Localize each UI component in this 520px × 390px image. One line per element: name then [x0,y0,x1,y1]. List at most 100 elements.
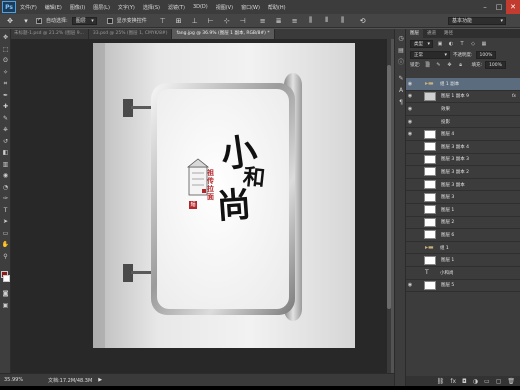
layer-row[interactable]: 图层 3 副本 [406,179,520,192]
document-tab[interactable]: 未标题-1.psd @ 21.2% (图层 9... [10,29,89,39]
delete-layer-icon[interactable]: 🗑︎ [507,378,515,385]
menu-item[interactable]: 文字(Y) [114,4,139,11]
align-left-icon[interactable]: ⊢ [205,16,217,26]
character-icon[interactable]: A [397,87,405,95]
align-center-icon[interactable]: ⊹ [221,16,233,26]
fill-input[interactable]: 100% [485,61,506,69]
new-layer-icon[interactable]: ▢ [496,378,502,385]
filter-kind-select[interactable]: 类型 [410,39,433,48]
panel-tab[interactable]: 通道 [423,29,440,38]
screen-mode-icon[interactable]: ▣ [1,301,10,310]
zoom-tool-icon[interactable]: ⚲ [1,252,10,261]
properties-icon[interactable]: ▤ [397,47,405,55]
layer-row[interactable]: 图层 3 [406,191,520,204]
quick-select-tool-icon[interactable]: ✧ [1,68,10,77]
opacity-input[interactable]: 100% [475,50,497,59]
move-tool-icon[interactable]: ✥ [4,16,16,26]
layer-row[interactable]: 图层 1 [406,204,520,217]
align-top-icon[interactable]: ⊤ [157,16,169,26]
menu-item[interactable]: 3D(D) [189,4,212,11]
layer-row[interactable]: ◉ 图层 4 [406,128,520,141]
marquee-tool-icon[interactable]: ⬚ [1,45,10,54]
menu-item[interactable]: 窗口(W) [237,4,264,11]
canvas-area[interactable]: 小 和 尚 祖传拉面 麵 [11,39,389,373]
lasso-tool-icon[interactable]: ʘ [1,56,10,65]
visibility-eye-icon[interactable]: ◉ [406,81,414,87]
distribute-bottom-icon[interactable]: ≡ [289,16,301,26]
type-tool-icon[interactable]: T [1,206,10,215]
menu-item[interactable]: 选择(S) [139,4,164,11]
adjustment-icon[interactable]: ◑ [473,378,478,385]
lock-image-icon[interactable]: ✎ [435,61,443,69]
move-tool-icon[interactable]: ✥ [1,33,10,42]
pen-tool-icon[interactable]: ✑ [1,194,10,203]
link-layers-icon[interactable]: ⛓ [437,378,445,385]
document-tab[interactable]: 33.psd @ 25% (图层 1, CMYK/8#) [89,29,173,39]
auto-select-checkbox[interactable] [36,17,42,24]
menu-item[interactable]: 文件(F) [16,4,41,11]
document-canvas[interactable]: 小 和 尚 祖传拉面 麵 [93,43,355,348]
layer-row[interactable]: 图层 2 [406,217,520,230]
dodge-tool-icon[interactable]: ◔ [1,183,10,192]
align-bottom-icon[interactable]: ⊥ [189,16,201,26]
menu-item[interactable]: 滤镜(T) [164,4,189,11]
document-tab[interactable]: fang.jpg @ 36.9% (图层 1 副本, RGB/8#) * [172,29,275,39]
workspace-select[interactable]: 基本功能 [448,16,506,25]
blend-mode-select[interactable]: 正常 [410,50,450,59]
distribute-center-icon[interactable]: ⫴ [321,16,333,26]
layer-row[interactable]: 图层 3 副本 3 [406,154,520,167]
menu-item[interactable]: 帮助(H) [264,4,290,11]
filter-text-icon[interactable]: T [458,40,466,48]
distribute-middle-icon[interactable]: ≣ [273,16,285,26]
maximize-button[interactable]: □ [492,0,506,14]
panel-tab[interactable]: 图层 [406,29,423,38]
visibility-eye-icon[interactable]: ◉ [406,93,414,99]
close-button[interactable]: ✕ [506,0,520,14]
menu-item[interactable]: 图像(I) [66,4,89,11]
eyedropper-tool-icon[interactable]: ✒ [1,91,10,100]
crop-tool-icon[interactable]: ⌗ [1,79,10,88]
3d-mode-icon[interactable]: ⟲ [357,16,369,26]
new-group-icon[interactable]: ▭ [484,378,490,385]
canvas-vertical-scrollbar[interactable] [387,39,391,373]
filter-smart-icon[interactable]: ▦ [480,40,488,48]
mask-icon[interactable]: ◘ [462,378,467,385]
layer-row[interactable]: 图层 6 [406,229,520,242]
layer-row[interactable]: ▸▬ 组 1 [406,242,520,255]
status-menu-arrow[interactable]: ▶ [98,377,102,383]
panel-tab[interactable]: 路径 [440,29,457,38]
visibility-eye-icon[interactable]: ◉ [406,131,414,137]
minimize-button[interactable]: – [478,0,492,14]
layer-row[interactable]: 图层 1 [406,254,520,267]
filter-adjust-icon[interactable]: ◐ [447,40,455,48]
path-select-tool-icon[interactable]: ➤ [1,217,10,226]
tool-preset-dropdown[interactable]: ▾ [20,16,32,26]
filter-pixel-icon[interactable]: ▣ [436,40,444,48]
visibility-eye-icon[interactable]: ◉ [406,106,414,112]
menu-item[interactable]: 图层(L) [89,4,114,11]
menu-item[interactable]: 编辑(E) [41,4,66,11]
hand-tool-icon[interactable]: ✋ [1,240,10,249]
clone-stamp-tool-icon[interactable]: ⎈ [1,125,10,134]
align-right-icon[interactable]: ⊣ [237,16,249,26]
filter-shape-icon[interactable]: ◇ [469,40,477,48]
quick-mask-icon[interactable]: ◙ [1,289,10,298]
layer-row[interactable]: ◉ 投影 [406,116,520,129]
layer-row[interactable]: 图层 3 副本 4 [406,141,520,154]
info-icon[interactable]: ⓘ [397,59,405,67]
distribute-left-icon[interactable]: ⫼ [305,16,317,26]
align-middle-icon[interactable]: ⊞ [173,16,185,26]
paragraph-icon[interactable]: ¶ [397,99,405,107]
lock-position-icon[interactable]: ✥ [446,61,454,69]
lock-transparent-icon[interactable]: ▒ [424,61,432,69]
layer-row[interactable]: ◉ 效果 [406,103,520,116]
layer-row[interactable]: ◉ 图层 1 副本 9 fx [406,91,520,104]
blur-tool-icon[interactable]: ◉ [1,171,10,180]
layer-row[interactable]: 图层 3 副本 2 [406,166,520,179]
distribute-right-icon[interactable]: ⫼ [337,16,349,26]
menu-item[interactable]: 视图(V) [212,4,237,11]
visibility-eye-icon[interactable]: ◉ [406,119,414,125]
shape-tool-icon[interactable]: ▭ [1,229,10,238]
layer-row[interactable]: ◉ 图层 5 [406,280,520,293]
fx-icon[interactable]: fx [450,378,456,385]
